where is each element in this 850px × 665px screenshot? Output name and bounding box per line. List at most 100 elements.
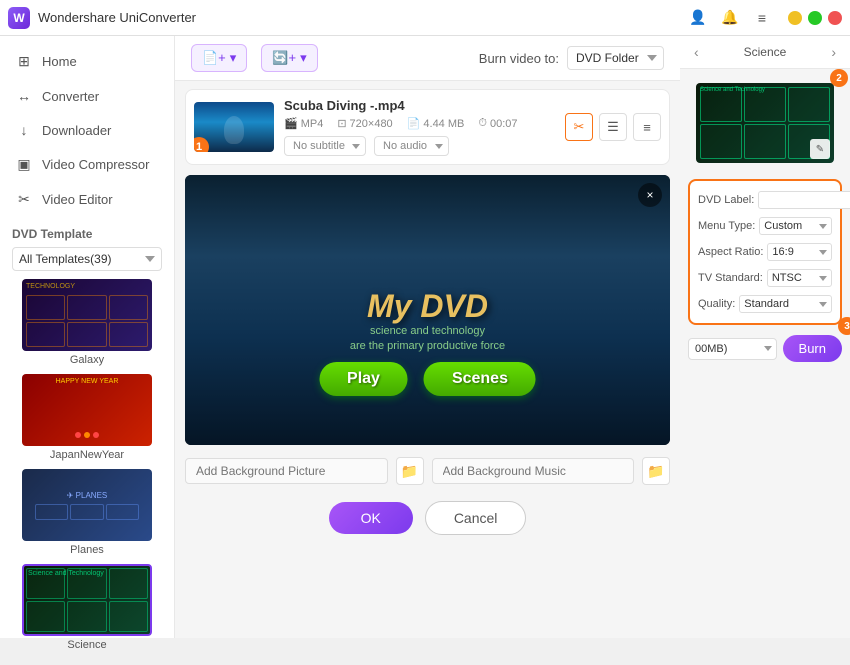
- menu-button[interactable]: ☰: [599, 113, 627, 141]
- quality-select[interactable]: Standard High Low: [739, 295, 832, 313]
- preview-window: My DVD science and technology are the pr…: [185, 175, 670, 445]
- sci-cell: [26, 601, 65, 632]
- galaxy-cell: [26, 322, 65, 347]
- sidebar-label-compressor: Video Compressor: [42, 157, 149, 172]
- add-url-arrow: ▾: [300, 50, 307, 66]
- minimize-button[interactable]: −: [788, 11, 802, 25]
- template-thumb-science: Science and Technology: [22, 564, 152, 636]
- editor-icon: ✂: [16, 191, 32, 208]
- duration-value: 00:07: [490, 118, 518, 130]
- right-panel: ‹ Science › Science and Technology ✎ 2: [680, 36, 850, 638]
- planes-cell: [35, 504, 68, 520]
- edit-template-button[interactable]: ✎: [810, 139, 830, 159]
- bg-music-folder-button[interactable]: 📁: [642, 457, 670, 485]
- sidebar-label-converter: Converter: [42, 89, 99, 104]
- nav-prev-arrow[interactable]: ‹: [690, 42, 703, 62]
- sidebar-item-video-editor[interactable]: ✂ Video Editor: [0, 182, 174, 217]
- sidebar-label-downloader: Downloader: [42, 123, 111, 138]
- close-preview-button[interactable]: ×: [638, 183, 662, 207]
- aspect-ratio-select[interactable]: 16:9 4:3: [767, 243, 832, 261]
- template-item-japan[interactable]: HAPPY NEW YEAR JapanNewYear: [12, 374, 162, 461]
- tv-standard-select[interactable]: NTSC PAL: [767, 269, 832, 287]
- bg-picture-folder-button[interactable]: 📁: [396, 457, 424, 485]
- dvd-label-label: DVD Label:: [698, 194, 754, 206]
- size-icon: 📄: [407, 117, 421, 130]
- planes-cell: [70, 504, 103, 520]
- japan-label: HAPPY NEW YEAR: [56, 378, 119, 385]
- sci-cell: [109, 601, 148, 632]
- close-button[interactable]: ×: [828, 11, 842, 25]
- science-preview-label: Science and Technology: [700, 87, 765, 93]
- nav-next-arrow[interactable]: ›: [827, 42, 840, 62]
- menu-type-select[interactable]: Custom Standard None: [759, 217, 832, 235]
- dvd-settings-box: DVD Label: Menu Type: Custom Standard No…: [688, 179, 842, 325]
- burn-to-select[interactable]: DVD Folder DVD Disc ISO File: [567, 46, 664, 70]
- template-thumb-galaxy: TECHNOLOGY: [22, 279, 152, 351]
- compressor-icon: ▣: [16, 156, 32, 173]
- bell-icon[interactable]: 🔔: [716, 4, 744, 32]
- dvd-template-label: DVD Template: [12, 227, 162, 241]
- add-url-icon: 🔄+: [272, 50, 296, 66]
- user-icon[interactable]: 👤: [684, 4, 712, 32]
- science-label: Science and Technology: [28, 570, 104, 577]
- template-item-planes[interactable]: ✈ PLANES Planes: [12, 469, 162, 556]
- add-file-button[interactable]: 📄+ ▾: [191, 44, 247, 72]
- app-title: Wondershare UniConverter: [38, 10, 684, 25]
- sci-cell-3: [788, 87, 830, 122]
- tv-standard-row: TV Standard: NTSC PAL: [698, 269, 832, 287]
- bg-picture-input[interactable]: [185, 458, 388, 484]
- home-icon: ⊞: [16, 53, 32, 70]
- resolution-value: 720×480: [350, 118, 393, 130]
- subtitle-select[interactable]: No subtitle: [284, 136, 366, 156]
- template-thumb-japan: HAPPY NEW YEAR: [22, 374, 152, 446]
- sidebar-item-downloader[interactable]: ↓ Downloader: [0, 113, 174, 147]
- japan-dot-red: [75, 432, 81, 438]
- sci-cell-5: [744, 124, 786, 159]
- file-size: 📄 4.44 MB: [407, 117, 465, 130]
- preview-scenes-button[interactable]: Scenes: [424, 362, 536, 396]
- quality-row: Quality: Standard High Low: [698, 295, 832, 313]
- file-thumbnail: 1: [194, 102, 274, 152]
- sidebar-item-home[interactable]: ⊞ Home: [0, 44, 174, 79]
- cut-button[interactable]: ✂: [565, 113, 593, 141]
- aspect-ratio-row: Aspect Ratio: 16:9 4:3: [698, 243, 832, 261]
- diver-shape: [224, 116, 244, 144]
- title-bar: W Wondershare UniConverter 👤 🔔 ≡ − □ ×: [0, 0, 850, 36]
- menu-icon[interactable]: ≡: [748, 4, 776, 32]
- burn-button[interactable]: Burn: [783, 335, 842, 362]
- template-item-galaxy[interactable]: TECHNOLOGY Galaxy: [12, 279, 162, 366]
- japan-dot-red2: [93, 432, 99, 438]
- bottom-inputs: 📁 📁: [185, 457, 670, 485]
- list-button[interactable]: ≡: [633, 113, 661, 141]
- planes-text1: ✈ PLANES: [67, 491, 108, 500]
- sidebar-item-video-compressor[interactable]: ▣ Video Compressor: [0, 147, 174, 182]
- template-name-planes: Planes: [12, 544, 162, 556]
- preview-subtitle-line2: are the primary productive force: [350, 339, 505, 354]
- planes-cell: [106, 504, 139, 520]
- add-url-button[interactable]: 🔄+ ▾: [261, 44, 317, 72]
- file-meta: 🎬 MP4 ⊡ 720×480 📄 4.44 MB ⏱: [284, 117, 555, 130]
- dvd-settings-wrapper: DVD Label: Menu Type: Custom Standard No…: [680, 175, 850, 329]
- preview-background: My DVD science and technology are the pr…: [185, 175, 670, 445]
- dvd-label-input[interactable]: [758, 191, 850, 209]
- template-select[interactable]: All Templates(39): [12, 247, 162, 271]
- file-title: Scuba Diving -.mp4: [284, 98, 555, 113]
- template-thumb-planes: ✈ PLANES: [22, 469, 152, 541]
- maximize-button[interactable]: □: [808, 11, 822, 25]
- sidebar-item-converter[interactable]: ↔ Converter: [0, 79, 174, 113]
- sidebar: ⊞ Home ↔ Converter ↓ Downloader ▣ Video …: [0, 36, 175, 638]
- burn-to-row: Burn video to: DVD Folder DVD Disc ISO F…: [479, 46, 664, 70]
- top-toolbar: 📄+ ▾ 🔄+ ▾ Burn video to: DVD Folder DVD …: [175, 36, 680, 81]
- capacity-select[interactable]: 00MB): [688, 338, 777, 360]
- cancel-button[interactable]: Cancel: [425, 501, 527, 535]
- planes-content: ✈ PLANES: [22, 469, 152, 541]
- file-subtitle-row: No subtitle No audio: [284, 136, 555, 156]
- converter-icon: ↔: [16, 88, 32, 104]
- bg-music-input[interactable]: [432, 458, 635, 484]
- audio-select[interactable]: No audio: [374, 136, 449, 156]
- burn-to-label: Burn video to:: [479, 51, 559, 66]
- sci-cell-4: [700, 124, 742, 159]
- preview-play-button[interactable]: Play: [319, 362, 408, 396]
- ok-button[interactable]: OK: [329, 502, 413, 534]
- app-body: ⊞ Home ↔ Converter ↓ Downloader ▣ Video …: [0, 36, 850, 638]
